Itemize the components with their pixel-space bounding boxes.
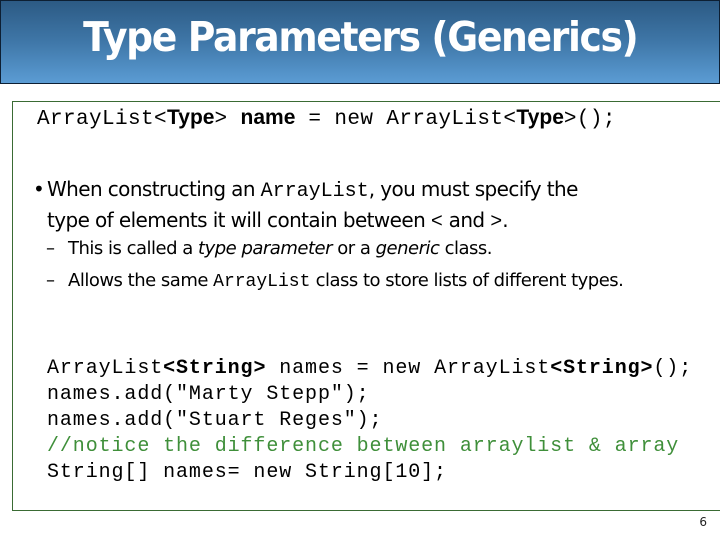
- code-example: ArrayList<String> names = new ArrayList<…: [47, 356, 692, 486]
- code-line: String[] names= new String[10];: [47, 461, 447, 484]
- syntax-text: >: [214, 108, 241, 131]
- sub-bullet-text: Allows the same: [68, 270, 214, 291]
- bullet-text: , you must specify the: [368, 177, 579, 201]
- bullet-icon: •: [33, 177, 45, 201]
- sub-bullet: – This is called a type parameter or a ge…: [46, 238, 493, 259]
- sub-bullet-text: This is called a: [68, 238, 199, 259]
- dash-icon: –: [46, 270, 55, 291]
- syntax-type: Type: [516, 106, 564, 129]
- slide-header: Type Parameters (Generics): [0, 0, 720, 84]
- code-token: ArrayList: [47, 357, 164, 380]
- sub-bullet-text: class.: [439, 238, 493, 259]
- code-generic: <String>: [163, 357, 267, 380]
- code-line: ArrayList<String> names = new ArrayList<…: [47, 356, 692, 382]
- code-token: ();: [653, 357, 693, 380]
- emphasis-text: generic: [375, 238, 440, 259]
- sub-bullet-text: or a: [331, 238, 376, 259]
- bullet-text: type of elements it will contain between: [47, 208, 431, 232]
- syntax-text: ArrayList<: [37, 108, 168, 131]
- sub-bullet-text: class to store lists of different types.: [310, 270, 624, 291]
- code-generic: <String>: [550, 357, 654, 380]
- inline-code: ArrayList: [213, 272, 311, 292]
- syntax-text: = new ArrayList<: [295, 108, 517, 131]
- code-line: names.add("Stuart Reges");: [47, 409, 383, 432]
- dash-icon: –: [46, 238, 55, 259]
- slide-title: Type Parameters (Generics): [82, 13, 639, 61]
- bullet-text: and: [442, 208, 491, 232]
- syntax-type: Type: [167, 106, 215, 129]
- greater-than-symbol: >: [490, 211, 503, 234]
- code-line: names.add("Marty Stepp");: [47, 383, 370, 406]
- less-than-symbol: <: [430, 211, 443, 234]
- main-bullet: • When constructing an ArrayList, you mus…: [33, 175, 578, 237]
- emphasis-text: type parameter: [198, 238, 332, 259]
- code-token: names = new ArrayList: [266, 357, 551, 380]
- sub-bullet: – Allows the same ArrayList class to stor…: [46, 270, 624, 292]
- bullet-text: .: [502, 208, 509, 232]
- syntax-line: ArrayList<Type> name = new ArrayList<Typ…: [37, 106, 616, 131]
- bullet-text: When constructing an: [47, 177, 261, 201]
- inline-code: ArrayList: [260, 180, 369, 203]
- page-number: 6: [699, 515, 707, 529]
- syntax-text: >();: [563, 108, 616, 131]
- syntax-name: name: [240, 106, 296, 129]
- code-comment: //notice the difference between arraylis…: [47, 435, 680, 458]
